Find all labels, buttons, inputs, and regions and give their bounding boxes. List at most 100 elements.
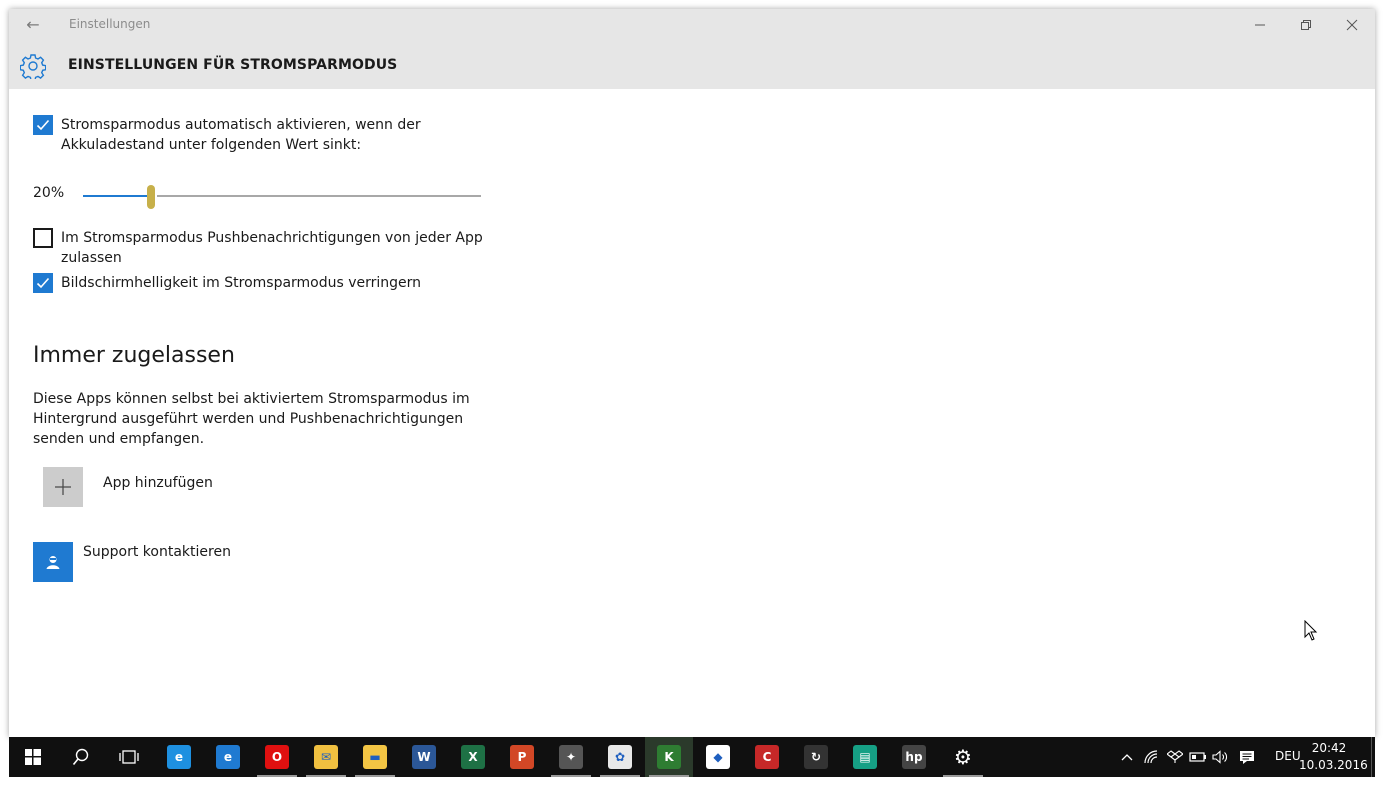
taskbar-app-button[interactable]: O (253, 737, 301, 777)
taskbar: e e O ✉ ▬ W X P ✦ ✿ K ◆ C ↻ ▤ hp ⚙ DEU 20:42 10.03.2016 (9, 737, 1375, 777)
threshold-slider[interactable] (83, 185, 481, 209)
clock[interactable]: 20:42 10.03.2016 (1299, 740, 1368, 774)
auto-activate-label-line1: Stromsparmodus automatisch aktivieren, w… (61, 117, 421, 133)
action-center-icon (1240, 750, 1254, 764)
taskbar-app-button[interactable]: ✿ (596, 737, 644, 777)
push-notifications-checkbox[interactable] (33, 228, 53, 248)
start-button[interactable] (9, 737, 57, 777)
speaker-icon (1212, 750, 1227, 764)
taskbar-app-button[interactable]: ✉ (302, 737, 350, 777)
push-notifications-setting: Im Stromsparmodus Pushbenachrichtigungen… (33, 228, 483, 268)
plus-icon (55, 479, 71, 495)
action-center-button[interactable] (1236, 737, 1258, 777)
auto-activate-setting: Stromsparmodus automatisch aktivieren, w… (33, 115, 421, 155)
back-arrow-icon[interactable]: ← (21, 15, 45, 35)
taskbar-app-button[interactable]: P (498, 737, 546, 777)
reduce-brightness-label: Bildschirmhelligkeit im Stromsparmodus v… (61, 275, 422, 291)
support-button[interactable] (33, 542, 73, 582)
opera-icon: O (265, 745, 289, 769)
taskbar-app-button[interactable]: W (400, 737, 448, 777)
mail-icon: ✉ (314, 745, 338, 769)
show-hidden-icons-button[interactable] (1117, 737, 1137, 777)
running-indicator (649, 775, 689, 777)
close-button[interactable] (1329, 9, 1375, 41)
restore-icon (1301, 20, 1311, 30)
chevron-up-icon (1121, 754, 1133, 761)
gear-icon (20, 54, 46, 79)
taskbar-app-button[interactable]: X (449, 737, 497, 777)
clock-date: 10.03.2016 (1299, 758, 1368, 772)
money-app-icon: ▤ (853, 745, 877, 769)
running-indicator (551, 775, 591, 777)
internet-explorer-icon: e (167, 745, 191, 769)
page-header: EINSTELLUNGEN FÜR STROMSPARMODUS (9, 41, 1375, 89)
settings-window: ← Einstellungen EINSTELLUNGEN FÜR STROMS… (9, 9, 1375, 737)
slider-rest (157, 195, 481, 197)
taskbar-app-button[interactable]: ⚙ (939, 737, 987, 777)
dropbox-icon: ◆ (706, 745, 730, 769)
reduce-brightness-checkbox[interactable] (33, 273, 53, 293)
edge-icon: e (216, 745, 240, 769)
running-indicator (355, 775, 395, 777)
taskbar-app-button[interactable]: ◆ (694, 737, 742, 777)
app-title: Einstellungen (69, 17, 151, 31)
add-app-label[interactable]: App hinzufügen (103, 475, 213, 491)
taskbar-app-button[interactable]: ▬ (351, 737, 399, 777)
windows-logo-icon (25, 749, 41, 765)
checkmark-icon (36, 277, 50, 289)
search-button[interactable] (57, 737, 105, 777)
hp-icon: hp (902, 745, 926, 769)
task-view-icon (119, 750, 139, 764)
show-desktop-button[interactable] (1371, 737, 1376, 777)
input-language[interactable]: DEU (1275, 749, 1301, 763)
battery-saver-icon (1189, 752, 1206, 762)
add-app-button[interactable] (43, 467, 83, 507)
file-explorer-icon: ▬ (363, 745, 387, 769)
description-line1: Diese Apps können selbst bei aktiviertem… (33, 391, 470, 407)
ccleaner-icon: C (755, 745, 779, 769)
page-title: EINSTELLUNGEN FÜR STROMSPARMODUS (68, 57, 398, 73)
running-indicator (600, 775, 640, 777)
dropbox-tray-icon (1167, 750, 1183, 763)
taskbar-app-button[interactable]: K (645, 737, 693, 777)
battery-button[interactable] (1188, 737, 1208, 777)
minimize-icon (1255, 24, 1265, 26)
search-icon (72, 748, 89, 766)
push-notifications-label: Im Stromsparmodus Pushbenachrichtigungen… (61, 228, 483, 268)
reduce-brightness-setting: Bildschirmhelligkeit im Stromsparmodus v… (33, 273, 421, 293)
checkmark-icon (36, 119, 50, 131)
taskbar-app-button[interactable]: C (743, 737, 791, 777)
taskbar-app-button[interactable]: e (155, 737, 203, 777)
task-view-button[interactable] (105, 737, 153, 777)
wifi-icon (1144, 750, 1158, 764)
volume-button[interactable] (1211, 737, 1231, 777)
title-bar: ← Einstellungen (9, 9, 1375, 41)
taskbar-app-button[interactable]: ✦ (547, 737, 595, 777)
description-line2: Hintergrund ausgeführt werden und Pushbe… (33, 411, 464, 427)
taskbar-app-button[interactable]: hp (890, 737, 938, 777)
game-icon: ✦ (559, 745, 583, 769)
taskbar-app-button[interactable]: e (204, 737, 252, 777)
always-allowed-title: Immer zugelassen (33, 343, 235, 368)
auto-activate-checkbox[interactable] (33, 115, 53, 135)
auto-activate-label-line2: Akkuladestand unter folgenden Wert sinkt… (61, 137, 362, 153)
clock-time: 20:42 (1311, 741, 1347, 755)
word-icon: W (412, 745, 436, 769)
powerpoint-icon: P (510, 745, 534, 769)
running-indicator (306, 775, 346, 777)
taskbar-app-button[interactable]: ↻ (792, 737, 840, 777)
minimize-button[interactable] (1237, 9, 1283, 41)
kaspersky-icon: K (657, 745, 681, 769)
mouse-cursor-icon (1304, 620, 1318, 641)
push-label-line2: zulassen (61, 250, 122, 266)
network-button[interactable] (1142, 737, 1162, 777)
support-label[interactable]: Support kontaktieren (83, 544, 231, 560)
dropbox-tray-button[interactable] (1165, 737, 1185, 777)
support-person-icon (46, 556, 60, 569)
slider-thumb[interactable] (147, 185, 155, 209)
running-indicator (257, 775, 297, 777)
taskbar-app-button[interactable]: ▤ (841, 737, 889, 777)
threshold-value: 20% (33, 185, 65, 201)
close-icon (1346, 19, 1358, 31)
restore-button[interactable] (1283, 9, 1329, 41)
